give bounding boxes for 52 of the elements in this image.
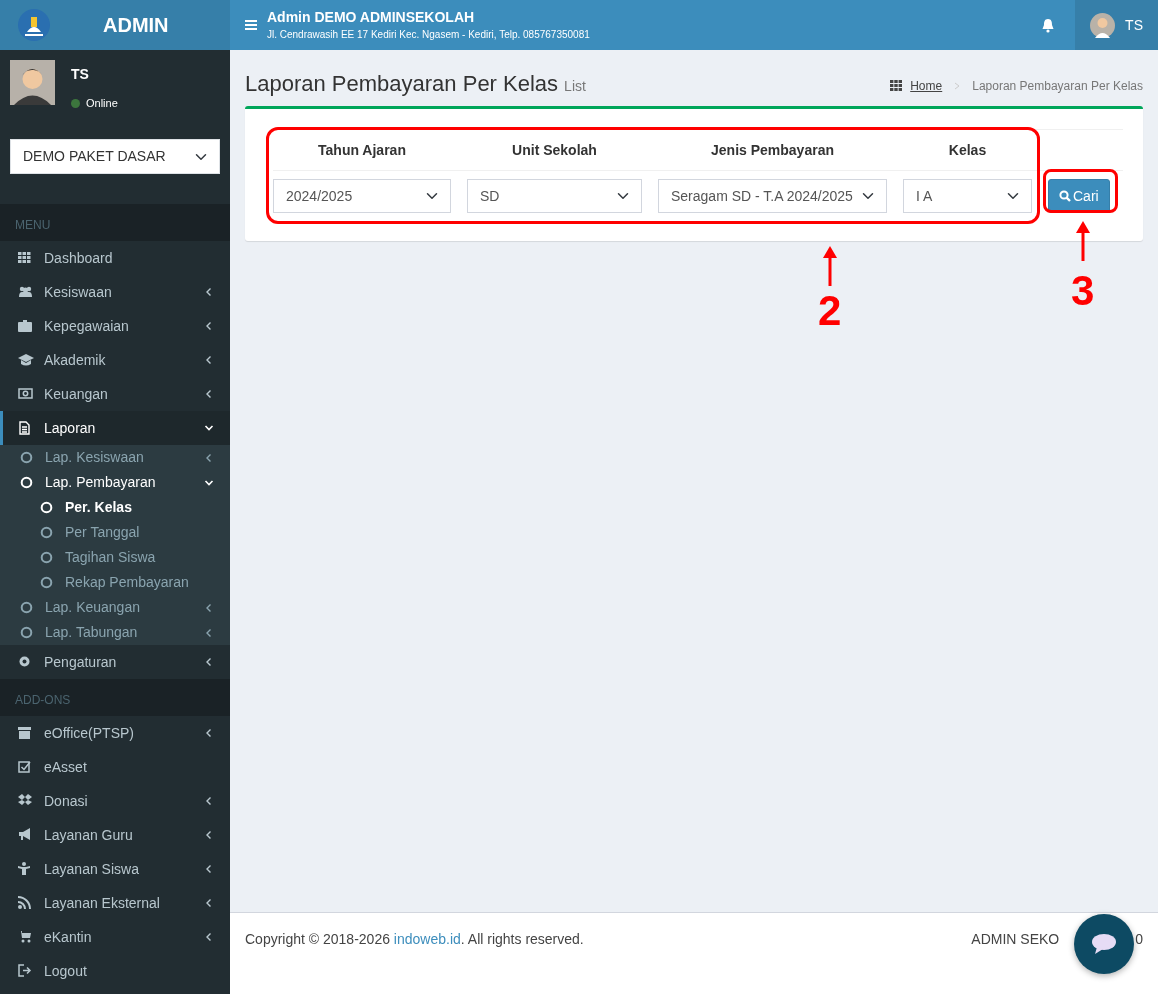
- page-title: Laporan Pembayaran Per Kelas: [245, 71, 559, 96]
- sidebar-item[interactable]: Dashboard: [0, 241, 230, 275]
- footer-text: 0: [1135, 930, 1143, 949]
- sidebar-item[interactable]: eOffice(PTSP): [0, 716, 230, 750]
- search-button[interactable]: Cari: [1048, 179, 1110, 213]
- submenu-item[interactable]: Rekap Pembayaran: [0, 570, 230, 595]
- sidebar-item[interactable]: Layanan Eksternal: [0, 886, 230, 920]
- submenu-item[interactable]: Per. Kelas: [0, 495, 230, 520]
- select-field[interactable]: SD: [467, 179, 642, 213]
- package-select[interactable]: DEMO PAKET DASAR: [10, 139, 220, 174]
- user-name: TS: [71, 65, 90, 84]
- sidebar-item[interactable]: Akademik: [0, 343, 230, 377]
- sidebar-item[interactable]: Logout: [0, 954, 230, 988]
- sidebar-item[interactable]: eKantin: [0, 920, 230, 954]
- user-menu[interactable]: TS: [1075, 0, 1158, 50]
- step-number: 2: [818, 290, 842, 332]
- footer-text: ADMIN SEKO: [971, 930, 1060, 949]
- user-name: TS: [1125, 15, 1143, 35]
- page-subtitle: List: [564, 78, 586, 94]
- school-address: Jl. Cendrawasih EE 17 Kediri Kec. Ngasem - Kediri, Telp. 085767350081: [267, 30, 590, 40]
- select-field[interactable]: I A: [903, 179, 1032, 213]
- column-header: Unit Sekolah: [467, 129, 658, 171]
- column-header: Tahun Ajaran: [273, 129, 467, 171]
- footer-link[interactable]: indoweb.id: [393, 931, 461, 947]
- status-text: Online: [86, 96, 118, 111]
- submenu-item[interactable]: Per Tanggal: [0, 520, 230, 545]
- sidebar-item[interactable]: Kepegawaian: [0, 309, 230, 343]
- step-number: 3: [1071, 270, 1095, 312]
- submenu-item[interactable]: Lap. Pembayaran: [0, 470, 230, 495]
- sidebar-item[interactable]: Layanan Guru: [0, 818, 230, 852]
- submenu-item[interactable]: Lap. Kesiswaan: [0, 445, 230, 470]
- submenu-item[interactable]: Tagihan Siswa: [0, 545, 230, 570]
- submenu-item[interactable]: Lap. Tabungan: [0, 620, 230, 645]
- sidebar-item[interactable]: Layanan Siswa: [0, 852, 230, 886]
- column-header: Jenis Pembayaran: [658, 129, 903, 171]
- section-heading: ADD-ONS: [0, 679, 230, 716]
- select-field[interactable]: 2024/2025: [273, 179, 451, 213]
- sidebar-item[interactable]: Pengaturan: [0, 645, 230, 679]
- submenu-item[interactable]: Lap. Keuangan: [0, 595, 230, 620]
- select-field[interactable]: Seragam SD - T.A 2024/2025: [658, 179, 887, 213]
- breadcrumb-link[interactable]: Home: [910, 76, 943, 95]
- sidebar-item[interactable]: eAsset: [0, 750, 230, 784]
- brand-title[interactable]: ADMIN: [103, 10, 169, 40]
- sidebar-item[interactable]: Kesiswaan: [0, 275, 230, 309]
- sidebar-item[interactable]: Donasi: [0, 784, 230, 818]
- section-heading: MENU: [0, 204, 230, 241]
- sidebar-item[interactable]: Laporan: [0, 411, 230, 445]
- school-name: Admin DEMO ADMINSEKOLAH: [267, 10, 476, 24]
- copyright-text: Copyright © 2018-2026 indoweb.id. All rights reserved.: [245, 930, 584, 949]
- sidebar-item[interactable]: Keuangan: [0, 377, 230, 411]
- column-header: Kelas: [903, 129, 1048, 171]
- breadcrumb-current: Laporan Pembayaran Per Kelas: [972, 77, 1143, 95]
